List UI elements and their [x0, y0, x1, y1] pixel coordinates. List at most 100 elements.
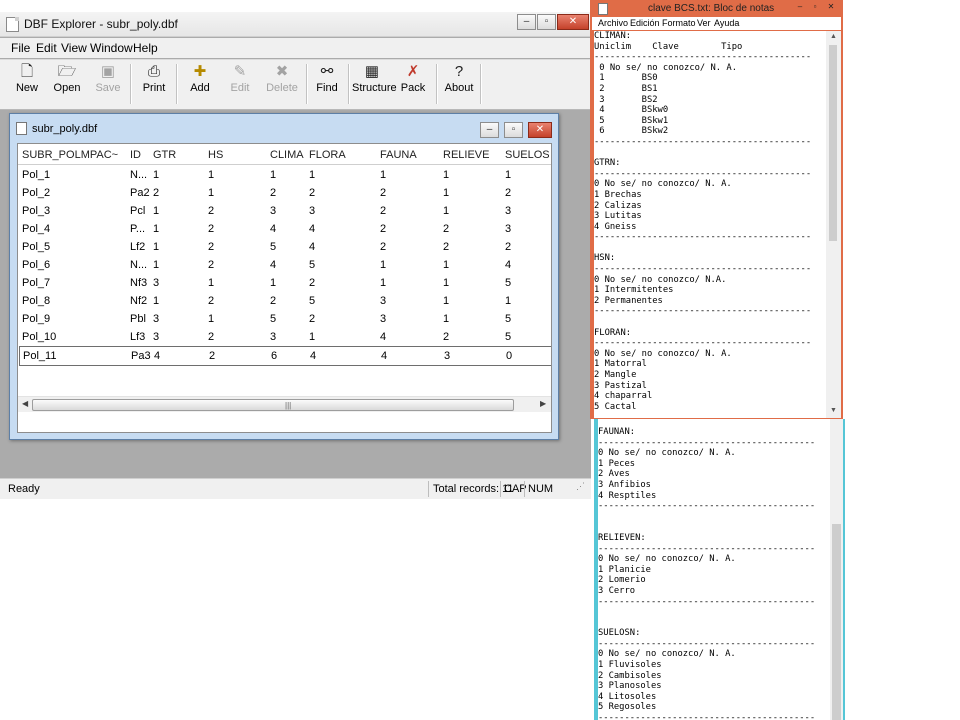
menu-view[interactable]: View	[61, 41, 87, 55]
table-cell[interactable]: 1	[380, 167, 420, 183]
table-cell[interactable]: Pol_1	[22, 167, 122, 183]
table-cell[interactable]: 2	[443, 221, 493, 237]
scroll-right-icon[interactable]: ▶	[540, 399, 546, 408]
horizontal-scrollbar[interactable]: ◀ ||| ▶	[18, 396, 551, 412]
scroll-down-icon[interactable]: ▼	[830, 407, 837, 414]
table-cell[interactable]: 3	[153, 329, 193, 345]
notepad-scroll-thumb-lower[interactable]	[832, 524, 841, 720]
table-cell[interactable]: 2	[270, 185, 310, 201]
table-cell[interactable]: Lf2	[130, 239, 152, 255]
child-restore-button[interactable]: ▫	[504, 122, 523, 138]
table-cell[interactable]: 4	[154, 348, 194, 364]
child-minimize-button[interactable]: ‒	[480, 122, 499, 138]
table-cell[interactable]: 2	[208, 239, 248, 255]
column-header-suelos[interactable]: SUELOS	[505, 147, 549, 163]
records-grid[interactable]: SUBR_POLMPAC~ ID GTR HS CLIMA FLORA FAUN…	[17, 143, 552, 433]
table-cell[interactable]: 1	[443, 203, 493, 219]
minimize-button[interactable]: ‒	[517, 14, 536, 30]
table-cell[interactable]: Lf3	[130, 329, 152, 345]
table-row[interactable]: Pol_1 N... 1 1 1 1 1 1 1	[18, 166, 551, 184]
menu-help[interactable]: Help	[133, 41, 158, 55]
delete-button[interactable]: ✖ Delete	[262, 62, 302, 106]
table-cell[interactable]: 1	[380, 275, 420, 291]
notepad-scroll-thumb[interactable]	[829, 45, 837, 241]
table-cell[interactable]: 5	[270, 239, 310, 255]
table-cell[interactable]: 2	[380, 203, 420, 219]
column-header-relieve[interactable]: RELIEVE	[443, 147, 493, 163]
notepad-vertical-scrollbar[interactable]: ▲ ▼	[826, 31, 841, 418]
table-cell[interactable]: 2	[208, 329, 248, 345]
table-cell[interactable]: 3	[153, 275, 193, 291]
notepad-vertical-scrollbar-lower[interactable]	[830, 419, 843, 720]
table-cell[interactable]: 3	[270, 203, 310, 219]
notepad-text-area-lower[interactable]: FAUNAN: --------------------------------…	[598, 419, 830, 720]
table-cell[interactable]: Pol_10	[22, 329, 122, 345]
table-cell[interactable]: 4	[270, 257, 310, 273]
child-close-button[interactable]: ✕	[528, 122, 552, 138]
column-header-flora[interactable]: FLORA	[309, 147, 349, 163]
table-cell[interactable]: 3	[380, 311, 420, 327]
table-cell[interactable]: Pol_6	[22, 257, 122, 273]
dbf-title-bar[interactable]: DBF Explorer - subr_poly.dbf ‒ ▫ ✕	[0, 12, 591, 37]
table-cell[interactable]: 1	[270, 275, 310, 291]
find-button[interactable]: ⚯ Find	[310, 62, 344, 106]
column-header-gtr[interactable]: GTR	[153, 147, 193, 163]
table-cell[interactable]: 1	[153, 293, 193, 309]
table-cell[interactable]: 4	[505, 257, 549, 273]
close-button[interactable]: ✕	[557, 14, 589, 30]
pack-button[interactable]: ✗ Pack	[396, 62, 430, 106]
table-cell[interactable]: 2	[208, 203, 248, 219]
table-cell[interactable]: 1	[309, 167, 349, 183]
menu-archivo[interactable]: Archivo	[598, 18, 628, 28]
table-cell[interactable]: N...	[130, 167, 152, 183]
table-cell[interactable]: 0	[506, 348, 550, 364]
table-cell[interactable]: 5	[309, 293, 349, 309]
menu-edit[interactable]: Edit	[36, 41, 57, 55]
column-header-id[interactable]: ID	[130, 147, 152, 163]
scrollbar-thumb[interactable]: |||	[32, 399, 514, 411]
table-cell[interactable]: 1	[380, 257, 420, 273]
table-cell[interactable]: 3	[505, 203, 549, 219]
table-cell[interactable]: 4	[309, 239, 349, 255]
table-cell[interactable]: Pa3	[131, 348, 153, 364]
menu-ver[interactable]: Ver	[697, 18, 711, 28]
table-cell[interactable]: Pcl	[130, 203, 152, 219]
table-cell[interactable]: Pol_8	[22, 293, 122, 309]
add-button[interactable]: ✚ Add	[182, 62, 218, 106]
menu-edicion[interactable]: Edición	[630, 18, 660, 28]
table-cell[interactable]: 2	[153, 185, 193, 201]
table-cell[interactable]: 6	[271, 348, 311, 364]
table-cell[interactable]: 1	[153, 167, 193, 183]
table-cell[interactable]: 2	[309, 311, 349, 327]
table-cell[interactable]: 2	[309, 275, 349, 291]
table-cell[interactable]: 4	[381, 348, 421, 364]
table-cell[interactable]: 5	[270, 311, 310, 327]
table-cell[interactable]: 1	[153, 221, 193, 237]
table-cell[interactable]: 4	[309, 221, 349, 237]
table-row[interactable]: Pol_4 P... 1 2 4 4 2 2 3	[18, 220, 551, 238]
table-cell[interactable]: 1	[443, 257, 493, 273]
table-cell[interactable]: 3	[380, 293, 420, 309]
notepad-minimize-button[interactable]: ‒	[794, 2, 806, 12]
table-cell[interactable]: 1	[309, 329, 349, 345]
table-row[interactable]: Pol_8 Nf2 1 2 2 5 3 1 1	[18, 292, 551, 310]
scroll-left-icon[interactable]: ◀	[22, 399, 28, 408]
table-cell[interactable]: 2	[380, 221, 420, 237]
table-row[interactable]: Pol_7 Nf3 3 1 1 2 1 1 5	[18, 274, 551, 292]
notepad-maximize-button[interactable]: ▫	[809, 2, 821, 12]
structure-button[interactable]: ▦ Structure	[352, 62, 397, 106]
table-cell[interactable]: 1	[153, 203, 193, 219]
table-cell[interactable]: 1	[443, 275, 493, 291]
table-cell[interactable]: 1	[153, 239, 193, 255]
table-cell[interactable]: Pol_5	[22, 239, 122, 255]
table-cell[interactable]: 2	[505, 239, 549, 255]
table-cell[interactable]: 1	[505, 293, 549, 309]
table-cell[interactable]: Nf2	[130, 293, 152, 309]
menu-file[interactable]: File	[11, 41, 30, 55]
about-button[interactable]: ? About	[440, 62, 478, 106]
table-cell[interactable]: 2	[270, 293, 310, 309]
table-cell[interactable]: 2	[443, 239, 493, 255]
table-cell[interactable]: Pol_7	[22, 275, 122, 291]
column-header-hs[interactable]: HS	[208, 147, 248, 163]
table-cell[interactable]: Nf3	[130, 275, 152, 291]
